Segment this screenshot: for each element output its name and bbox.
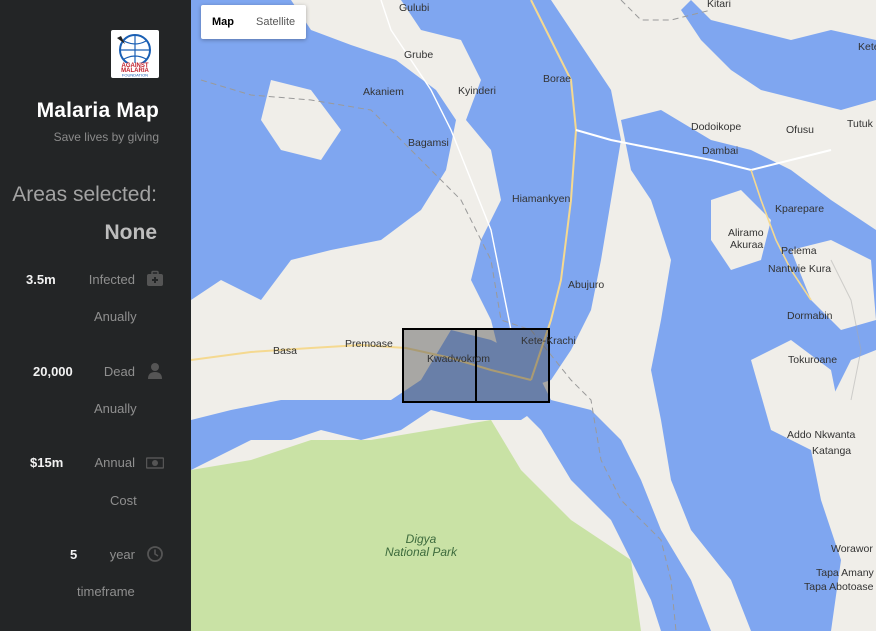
place-label: Kparepare [775, 203, 825, 215]
dead-sub-label: Anually [94, 401, 137, 416]
cost-label: Annual [94, 455, 135, 470]
place-label: Addo Nkwanta [787, 429, 856, 441]
medkit-icon [147, 270, 163, 286]
map-canvas[interactable]: Map Satellite Gulubi Kitari Grube Akanie… [191, 0, 876, 631]
place-label: Akuraa [730, 239, 764, 251]
money-icon [146, 457, 164, 469]
map-type-map-button[interactable]: Map [201, 5, 245, 39]
logo-graphic: AGAINST MALARIA FOUNDATION [115, 34, 155, 78]
timeframe-sub-label: timeframe [77, 584, 135, 599]
sidebar: AGAINST MALARIA FOUNDATION Malaria Map S… [0, 0, 191, 631]
map-type-control: Map Satellite [201, 5, 307, 39]
place-label: Gulubi [399, 2, 430, 14]
dead-label: Dead [103, 364, 135, 379]
place-label: Tapa Abotoase [804, 581, 874, 593]
park-label: Digya National Park [381, 533, 461, 559]
timeframe-value: 5 [70, 547, 78, 562]
place-label: Pelema [781, 245, 817, 257]
cost-value: $15m [30, 455, 64, 470]
place-label: Borae [543, 73, 572, 85]
place-label: Worawor [831, 543, 873, 555]
place-label: Kitari [707, 0, 731, 10]
against-malaria-logo[interactable]: AGAINST MALARIA FOUNDATION [111, 30, 159, 78]
park-name-line-2: National Park [384, 545, 458, 559]
place-label: Aliramo [728, 227, 764, 239]
timeframe-label: year [109, 547, 135, 562]
infected-label: Infected [88, 272, 135, 287]
place-label: Akaniem [363, 86, 404, 98]
place-label: Tapa Amany [816, 567, 874, 579]
map-tiles [191, 0, 876, 631]
cost-sub-label: Cost [110, 493, 137, 508]
place-label: Ofusu [786, 124, 815, 136]
tagline: Save lives by giving [53, 130, 159, 144]
place-label: Dormabin [787, 310, 833, 322]
place-label: Tutuk [847, 118, 873, 130]
infected-sub-label: Anually [94, 309, 137, 324]
place-label: Abujuro [568, 279, 605, 291]
place-label: Bagamsi [408, 137, 449, 149]
svg-text:FOUNDATION: FOUNDATION [122, 73, 148, 78]
place-label: Dodoikope [691, 121, 742, 133]
place-label: Katanga [812, 445, 852, 457]
app-title: Malaria Map [36, 99, 159, 122]
user-icon [148, 363, 162, 379]
clock-icon [147, 546, 163, 562]
place-label: Tokuroane [788, 354, 838, 366]
place-label: Grube [404, 49, 434, 61]
areas-selected-label: Areas selected: [12, 183, 157, 206]
place-label: Kyinderi [458, 85, 496, 97]
areas-selected-value: None [104, 221, 158, 244]
place-label: Kete-Krachi [521, 335, 576, 347]
place-label: Kwadwokrom [427, 353, 491, 365]
dead-value: 20,000 [33, 364, 73, 379]
place-label: Kete [858, 41, 876, 53]
infected-value: 3.5m [26, 272, 56, 287]
place-label: Basa [273, 345, 297, 357]
map-type-satellite-button[interactable]: Satellite [245, 5, 306, 39]
place-label: Nantwie Kura [768, 263, 832, 275]
place-label: Hiamankyen [512, 193, 571, 205]
place-label: Premoase [345, 338, 393, 350]
place-label: Dambai [702, 145, 739, 157]
